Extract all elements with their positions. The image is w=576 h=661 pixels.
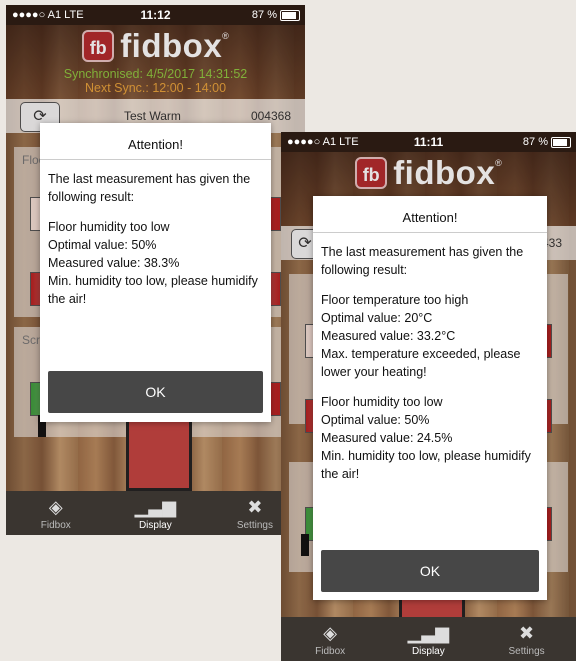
battery-icon xyxy=(280,10,300,21)
dialog-body: The last measurement has given the follo… xyxy=(313,233,547,483)
measured-value: Measured value: 38.3% xyxy=(48,256,180,270)
block-gap xyxy=(321,381,539,393)
battery-percent: 87 % xyxy=(522,136,548,148)
battery-icon xyxy=(551,137,571,148)
measured-value: Measured value: 24.5% xyxy=(321,431,453,445)
tab-fidbox[interactable]: ◈ Fidbox xyxy=(281,617,379,661)
phone-screen-1: ●●●●○ A1 LTE 11:12 87 % fb fidbox® Synchr… xyxy=(6,5,305,535)
result-block: Floor humidity too low Optimal value: 50… xyxy=(48,218,263,308)
dialog-body: The last measurement has given the follo… xyxy=(40,160,271,308)
advice-text: Min. humidity too low, please humidify t… xyxy=(321,449,531,481)
tab-display[interactable]: ▁▃▆ Display xyxy=(379,617,477,661)
tab-bar: ◈ Fidbox ▁▃▆ Display ✖ Settings xyxy=(281,617,576,661)
dialog-intro: The last measurement has given the follo… xyxy=(321,245,524,277)
tab-label: Settings xyxy=(236,520,273,531)
tab-fidbox[interactable]: ◈ Fidbox xyxy=(6,491,106,535)
measured-value: Measured value: 33.2°C xyxy=(321,329,456,343)
tab-label: Fidbox xyxy=(315,646,346,657)
tab-label: Fidbox xyxy=(40,520,71,531)
dialog-title: Attention! xyxy=(313,196,547,233)
chart-icon: ▁▃▆ xyxy=(407,623,450,643)
tab-bar: ◈ Fidbox ▁▃▆ Display ✖ Settings xyxy=(6,491,305,535)
status-bar: ●●●●○ A1 LTE 11:12 87 % xyxy=(6,5,305,25)
attention-dialog: Attention! The last measurement has give… xyxy=(40,123,271,422)
optimal-value: Optimal value: 50% xyxy=(48,238,157,252)
phone-screen-2: ●●●●○ A1 LTE 11:11 87 % fbfidbox® ⟳ 0004… xyxy=(281,132,576,661)
layers-icon: ◈ xyxy=(323,623,338,643)
result-title: Floor humidity too low xyxy=(48,220,170,234)
result-block: Floor humidity too low Optimal value: 50… xyxy=(321,393,539,483)
optimal-value: Optimal value: 20°C xyxy=(321,311,433,325)
result-block: Floor temperature too high Optimal value… xyxy=(321,291,539,381)
tab-label: Display xyxy=(138,520,172,531)
result-title: Floor temperature too high xyxy=(321,293,469,307)
ok-button[interactable]: OK xyxy=(48,371,263,413)
tab-label: Settings xyxy=(508,646,545,657)
ok-button[interactable]: OK xyxy=(321,550,539,592)
advice-text: Min. humidity too low, please humidify t… xyxy=(48,274,258,306)
result-title: Floor humidity too low xyxy=(321,395,443,409)
layers-icon: ◈ xyxy=(48,497,63,517)
dialog-intro: The last measurement has given the follo… xyxy=(48,172,251,204)
battery-percent: 87 % xyxy=(251,9,277,21)
tools-icon: ✖ xyxy=(519,623,535,643)
status-bar: ●●●●○ A1 LTE 11:11 87 % xyxy=(281,132,576,152)
advice-text: Max. temperature exceeded, please lower … xyxy=(321,347,521,379)
tab-settings[interactable]: ✖ Settings xyxy=(477,617,575,661)
attention-dialog: Attention! The last measurement has give… xyxy=(313,196,547,600)
optimal-value: Optimal value: 50% xyxy=(321,413,430,427)
tab-label: Display xyxy=(411,646,445,657)
chart-icon: ▁▃▆ xyxy=(134,497,177,517)
tab-display[interactable]: ▁▃▆ Display xyxy=(106,491,206,535)
dialog-title: Attention! xyxy=(40,123,271,160)
